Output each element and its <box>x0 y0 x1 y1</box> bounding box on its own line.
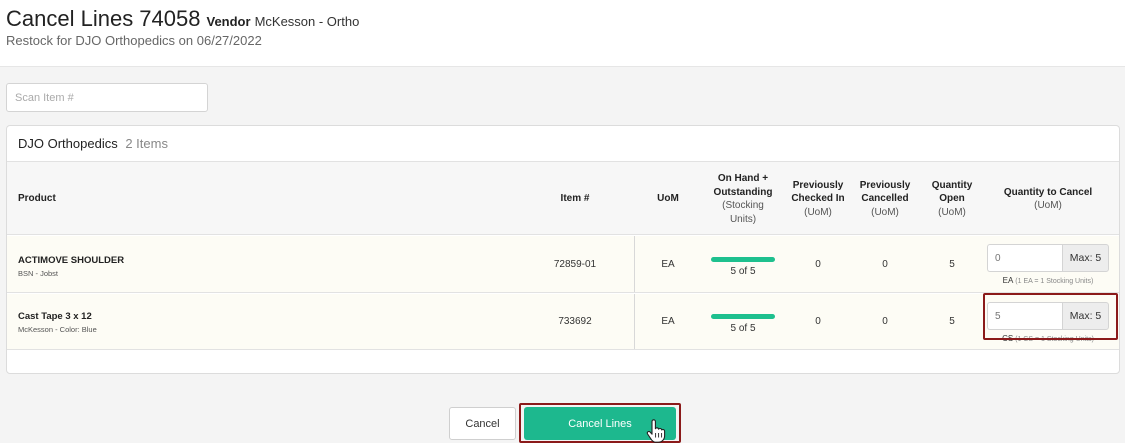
item-number: 72859-01 <box>553 259 597 270</box>
product-name: ACTIMOVE SHOULDER <box>18 255 125 266</box>
product-vendor: BSN - Jobst <box>18 269 59 278</box>
col-uom: UoM <box>657 193 679 205</box>
progress-text: 5 of 5 <box>730 323 756 334</box>
scan-item-input[interactable] <box>6 83 208 112</box>
vendor-value: McKesson - Ortho <box>254 14 360 29</box>
on-hand-progress: 5 of 5 <box>697 257 789 277</box>
uom-value: EA <box>661 259 675 270</box>
product-vendor: McKesson - Color: Blue <box>18 325 97 334</box>
vendor-label: Vendor <box>206 14 251 29</box>
cancelled-value: 0 <box>882 316 888 327</box>
item-number: 733692 <box>558 316 592 327</box>
group-name: DJO Orthopedics <box>18 136 118 151</box>
progress-bar <box>711 257 775 262</box>
cancel-button[interactable]: Cancel <box>449 407 516 440</box>
column-divider <box>634 236 635 292</box>
vendor-group-card: DJO Orthopedics 2 Items Product Item # U… <box>6 125 1120 374</box>
page-subtitle: Restock for DJO Orthopedics on 06/27/202… <box>6 33 262 48</box>
checked-in-value: 0 <box>815 259 821 270</box>
quantity-open-value: 5 <box>949 316 955 327</box>
max-quantity-addon: Max: 5 <box>1062 244 1109 272</box>
page-title: Cancel Lines 74058 <box>6 6 201 31</box>
uom-value: EA <box>661 316 675 327</box>
uom-conversion-note: EA (1 EA = 1 Stocking Units) <box>1002 276 1094 285</box>
table-row: Cast Tape 3 x 12 McKesson - Color: Blue … <box>7 294 1119 350</box>
group-title: DJO Orthopedics 2 Items <box>18 136 168 151</box>
page-header: Cancel Lines 74058 Vendor McKesson - Ort… <box>0 0 1125 67</box>
title-row: Cancel Lines 74058 Vendor McKesson - Ort… <box>6 6 359 32</box>
hand-pointer-icon <box>646 419 666 443</box>
col-product: Product <box>18 193 56 205</box>
quantity-to-cancel-input[interactable] <box>987 244 1062 272</box>
col-item: Item # <box>560 193 590 205</box>
col-quantity-open: Quantity Open (UoM) <box>931 179 973 218</box>
progress-text: 5 of 5 <box>730 266 756 277</box>
column-divider <box>634 294 635 349</box>
quantity-to-cancel-group: Max: 5 <box>987 244 1109 272</box>
quantity-highlight-box <box>983 293 1118 340</box>
col-on-hand: On Hand + Outstanding (Stocking Units) <box>713 173 773 225</box>
product-name: Cast Tape 3 x 12 <box>18 311 92 322</box>
quantity-open-value: 5 <box>949 259 955 270</box>
checked-in-value: 0 <box>815 316 821 327</box>
product-cell: Cast Tape 3 x 12 McKesson - Color: Blue <box>18 311 97 334</box>
group-item-count: 2 Items <box>125 136 168 151</box>
cancelled-value: 0 <box>882 259 888 270</box>
col-checked-in: Previously Checked In (UoM) <box>791 179 845 218</box>
col-cancelled: Previously Cancelled (UoM) <box>859 179 911 218</box>
table-row: ACTIMOVE SHOULDER BSN - Jobst 72859-01 E… <box>7 236 1119 293</box>
col-quantity-to-cancel: Quantity to Cancel (UoM) <box>1003 186 1093 212</box>
product-cell: ACTIMOVE SHOULDER BSN - Jobst <box>18 255 124 278</box>
progress-bar <box>711 314 775 319</box>
table-header: Product Item # UoM On Hand + Outstanding… <box>7 161 1119 235</box>
on-hand-progress: 5 of 5 <box>697 314 789 334</box>
